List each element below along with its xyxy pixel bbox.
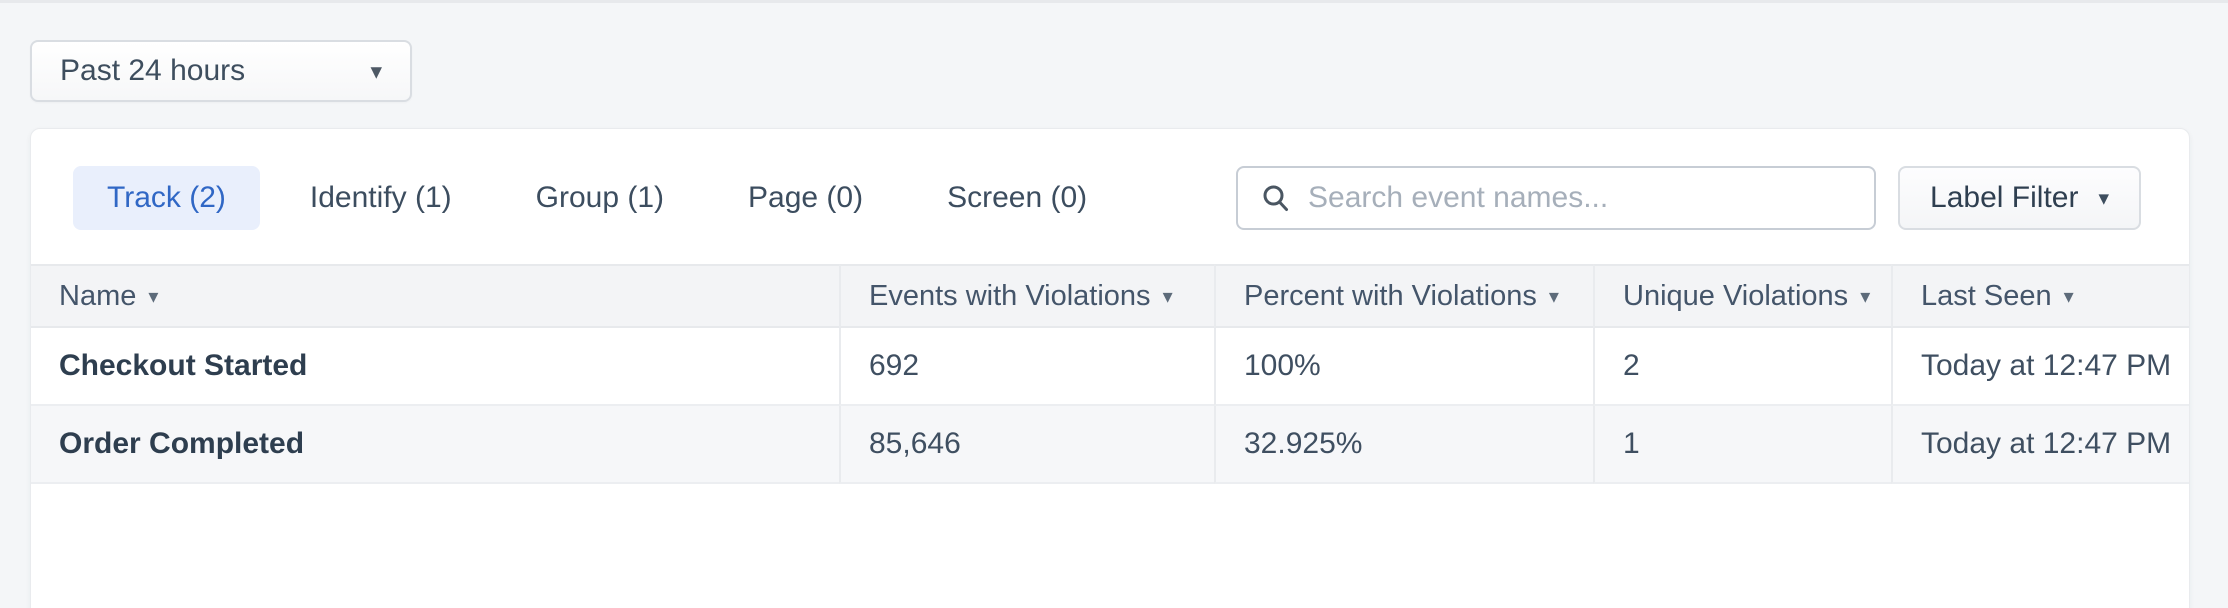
cell-events-with-violations: 85,646	[839, 406, 1214, 484]
cell-last-seen: Today at 12:47 PM	[1891, 328, 2189, 406]
violations-card: Track (2) Identify (1) Group (1) Page (0…	[30, 128, 2190, 608]
tab-screen[interactable]: Screen (0)	[913, 166, 1121, 230]
table-row[interactable]: Order Completed 85,646 32.925% 1 Today a…	[31, 406, 2189, 484]
cell-name[interactable]: Order Completed	[31, 406, 839, 484]
sort-caret-icon: ▾	[1549, 284, 1559, 309]
time-range-value: Past 24 hours	[60, 54, 245, 88]
chevron-down-icon: ▾	[370, 58, 382, 85]
column-header-percent-with-violations[interactable]: Percent with Violations ▾	[1214, 264, 1593, 328]
toolbar-right: Label Filter ▾	[1236, 166, 2141, 230]
cell-last-seen: Today at 12:47 PM	[1891, 406, 2189, 484]
column-header-unique-violations[interactable]: Unique Violations ▾	[1593, 264, 1891, 328]
tab-identify[interactable]: Identify (1)	[276, 166, 486, 230]
event-type-tabs: Track (2) Identify (1) Group (1) Page (0…	[73, 166, 1121, 230]
column-header-events-with-violations[interactable]: Events with Violations ▾	[839, 264, 1214, 328]
cell-events-with-violations: 692	[839, 328, 1214, 406]
label-filter-button[interactable]: Label Filter ▾	[1898, 166, 2141, 230]
search-icon	[1260, 182, 1292, 214]
cell-percent-with-violations: 100%	[1214, 328, 1593, 406]
table-row[interactable]: Checkout Started 692 100% 2 Today at 12:…	[31, 328, 2189, 406]
toolbar: Track (2) Identify (1) Group (1) Page (0…	[73, 166, 2141, 230]
cell-percent-with-violations: 32.925%	[1214, 406, 1593, 484]
column-header-last-seen[interactable]: Last Seen ▾	[1891, 264, 2189, 328]
tab-group[interactable]: Group (1)	[502, 166, 698, 230]
label-filter-text: Label Filter	[1930, 181, 2078, 215]
top-divider	[0, 0, 2228, 3]
sort-caret-icon: ▾	[1163, 284, 1173, 309]
time-range-dropdown[interactable]: Past 24 hours ▾	[30, 40, 412, 102]
sort-caret-icon: ▾	[2064, 284, 2074, 309]
cell-unique-violations: 2	[1593, 328, 1891, 406]
cell-name[interactable]: Checkout Started	[31, 328, 839, 406]
table-header-row: Name ▾ Events with Violations ▾ Percent …	[31, 264, 2189, 328]
tab-track[interactable]: Track (2)	[73, 166, 260, 230]
sort-caret-icon: ▾	[148, 284, 158, 309]
search-box[interactable]	[1236, 166, 1876, 230]
cell-unique-violations: 1	[1593, 406, 1891, 484]
chevron-down-icon: ▾	[2098, 186, 2109, 211]
search-input[interactable]	[1308, 181, 1852, 215]
tab-page[interactable]: Page (0)	[714, 166, 897, 230]
column-header-name[interactable]: Name ▾	[31, 264, 839, 328]
sort-caret-icon: ▾	[1860, 284, 1870, 309]
violations-table: Name ▾ Events with Violations ▾ Percent …	[31, 264, 2189, 484]
